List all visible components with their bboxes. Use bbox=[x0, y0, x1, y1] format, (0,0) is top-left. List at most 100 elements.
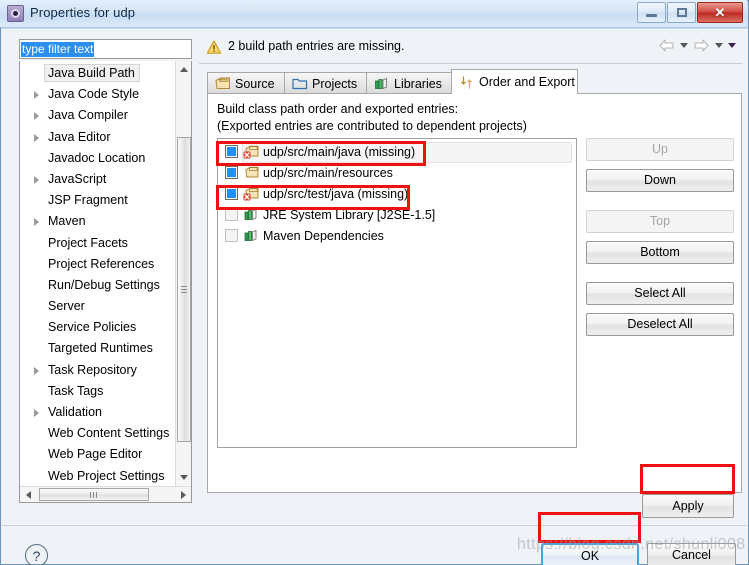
expand-triangle-icon[interactable] bbox=[34, 409, 39, 417]
settings-tree[interactable]: Java Build Path Java Code Style Java Compi… bbox=[19, 61, 192, 503]
sidebar-item-java-build-path[interactable]: Java Build Path bbox=[20, 63, 175, 84]
sidebar-item-task-tags[interactable]: Task Tags bbox=[20, 381, 175, 402]
expand-triangle-icon[interactable] bbox=[34, 366, 39, 375]
classpath-entry-list[interactable]: udp/src/main/java (missing) udp/src/main/… bbox=[217, 138, 577, 448]
menu-chevron-down-icon[interactable] bbox=[728, 43, 736, 48]
classpath-entry-row[interactable]: udp/src/main/resources bbox=[218, 162, 576, 183]
books-icon bbox=[375, 77, 387, 90]
entry-export-checkbox[interactable] bbox=[225, 166, 238, 179]
sidebar-item-jsp-fragment[interactable]: JSP Fragment bbox=[20, 190, 175, 211]
tab-order-and-export[interactable]: Order and Export bbox=[451, 69, 578, 94]
sidebar-item-label: Java Compiler bbox=[48, 108, 128, 123]
tree-hscroll-thumb[interactable] bbox=[39, 488, 149, 501]
sidebar-item-label: Task Tags bbox=[48, 383, 104, 398]
sidebar-item-label: Web Page Editor bbox=[48, 447, 143, 462]
entry-export-checkbox[interactable] bbox=[225, 229, 238, 242]
sidebar-item-java-code-style[interactable]: Java Code Style bbox=[20, 84, 175, 105]
sidebar-item-run-debug-settings[interactable]: Run/Debug Settings bbox=[20, 275, 175, 296]
sidebar-item-label: Web Content Settings bbox=[48, 426, 170, 441]
sidebar-item-java-editor[interactable]: Java Editor bbox=[20, 127, 175, 148]
sidebar-item-project-references[interactable]: Project References bbox=[20, 254, 175, 275]
back-arrow-icon[interactable] bbox=[658, 38, 675, 53]
restore-icon bbox=[676, 8, 687, 17]
forward-history-chevron-down-icon[interactable] bbox=[715, 43, 723, 48]
sidebar-item-task-repository[interactable]: Task Repository bbox=[20, 360, 175, 381]
expand-triangle-icon[interactable] bbox=[34, 91, 39, 100]
tab-label: Libraries bbox=[394, 76, 442, 91]
sidebar-item-label: Server bbox=[48, 299, 85, 314]
scroll-down-button[interactable] bbox=[176, 469, 191, 486]
titlebar: Properties for udp ✕ bbox=[0, 0, 747, 28]
source-folder-error-icon bbox=[243, 187, 259, 201]
tab-source[interactable]: Source bbox=[207, 72, 285, 94]
classpath-entry-row[interactable]: Maven Dependencies bbox=[218, 225, 576, 246]
tab-projects[interactable]: Projects bbox=[284, 72, 367, 94]
library-icon bbox=[244, 229, 257, 242]
apply-button[interactable]: Apply bbox=[642, 494, 734, 518]
classpath-entry-row[interactable]: udp/src/main/java (missing) bbox=[218, 141, 576, 163]
sidebar-item-javascript[interactable]: JavaScript bbox=[20, 169, 175, 190]
classpath-entry-row[interactable]: udp/src/test/java (missing) bbox=[218, 183, 576, 204]
sidebar-item-project-facets[interactable]: Project Facets bbox=[20, 233, 175, 254]
grip-icon bbox=[181, 285, 187, 294]
close-button[interactable]: ✕ bbox=[697, 2, 743, 23]
select-all-button[interactable]: Select All bbox=[586, 282, 734, 305]
sidebar-item-server[interactable]: Server bbox=[20, 296, 175, 317]
sidebar-item-targeted-runtimes[interactable]: Targeted Runtimes bbox=[20, 338, 175, 359]
message-text: 2 build path entries are missing. bbox=[228, 39, 405, 53]
scroll-left-button[interactable] bbox=[20, 487, 36, 502]
sidebar-item-javadoc-location[interactable]: Javadoc Location bbox=[20, 148, 175, 169]
window-title: Properties for udp bbox=[30, 5, 136, 20]
entry-export-checkbox[interactable] bbox=[225, 145, 238, 158]
tab-bar: Source Projects Libraries Order and Export bbox=[207, 69, 742, 94]
panel-subheading: (Exported entries are contributed to dep… bbox=[217, 119, 527, 133]
library-icon bbox=[244, 208, 257, 221]
settings-tree-list: Java Build Path Java Code Style Java Compi… bbox=[20, 63, 175, 502]
maximize-button[interactable] bbox=[667, 2, 696, 23]
forward-arrow-icon[interactable] bbox=[693, 38, 710, 53]
tree-vscroll-thumb[interactable] bbox=[177, 137, 191, 442]
settings-content-pane: 2 build path entries are missing. Source… bbox=[199, 33, 742, 493]
tree-vertical-scrollbar[interactable] bbox=[175, 61, 191, 486]
navigation-controls bbox=[658, 38, 736, 53]
classpath-entry-row[interactable]: JRE System Library [J2SE-1.5] bbox=[218, 204, 576, 225]
help-button[interactable]: ? bbox=[25, 544, 48, 565]
expand-triangle-icon[interactable] bbox=[34, 133, 39, 142]
watermark: https://blog.csdn.net/shunli008 bbox=[517, 536, 746, 553]
bottom-button[interactable]: Bottom bbox=[586, 241, 734, 264]
sidebar-item-label: Maven bbox=[48, 214, 86, 229]
scroll-right-button[interactable] bbox=[175, 487, 191, 502]
entry-export-checkbox[interactable] bbox=[225, 208, 238, 221]
deselect-all-button[interactable]: Deselect All bbox=[586, 313, 734, 336]
entry-label: JRE System Library [J2SE-1.5] bbox=[263, 207, 436, 222]
tree-horizontal-scrollbar[interactable] bbox=[20, 486, 191, 502]
sidebar-item-web-content-settings[interactable]: Web Content Settings bbox=[20, 423, 175, 444]
order-buttons-group: Up Down Top Bottom Select All Deselect All bbox=[586, 138, 734, 336]
expand-triangle-icon[interactable] bbox=[34, 218, 39, 227]
filter-input[interactable]: type filter text bbox=[19, 39, 192, 59]
sidebar-item-web-project-settings[interactable]: Web Project Settings bbox=[20, 466, 175, 487]
entry-label: udp/src/test/java (missing) bbox=[263, 186, 409, 201]
dialog-body: type filter text Java Build Path Java Cod… bbox=[1, 29, 748, 565]
tab-label: Source bbox=[235, 76, 275, 91]
sidebar-item-label: Validation bbox=[48, 405, 102, 419]
entry-label: udp/src/main/java (missing) bbox=[263, 144, 416, 159]
sidebar-item-web-page-editor[interactable]: Web Page Editor bbox=[20, 444, 175, 465]
down-button[interactable]: Down bbox=[586, 169, 734, 192]
entry-export-checkbox[interactable] bbox=[225, 187, 238, 200]
tab-libraries[interactable]: Libraries bbox=[366, 72, 452, 94]
up-button: Up bbox=[586, 138, 734, 161]
expand-triangle-icon[interactable] bbox=[34, 175, 39, 184]
sidebar-item-label: JavaScript bbox=[48, 171, 107, 186]
scroll-up-button[interactable] bbox=[176, 61, 191, 78]
message-bar: 2 build path entries are missing. bbox=[199, 33, 742, 64]
expand-triangle-icon[interactable] bbox=[34, 112, 39, 121]
minimize-icon bbox=[646, 14, 657, 17]
sidebar-item-maven[interactable]: Maven bbox=[20, 211, 175, 232]
sidebar-item-validation[interactable]: Validation bbox=[20, 402, 175, 423]
sidebar-item-service-policies[interactable]: Service Policies bbox=[20, 317, 175, 338]
sidebar-item-java-compiler[interactable]: Java Compiler bbox=[20, 105, 175, 126]
back-history-chevron-down-icon[interactable] bbox=[680, 43, 688, 48]
minimize-button[interactable] bbox=[637, 2, 666, 23]
entry-label: udp/src/main/resources bbox=[263, 165, 393, 180]
